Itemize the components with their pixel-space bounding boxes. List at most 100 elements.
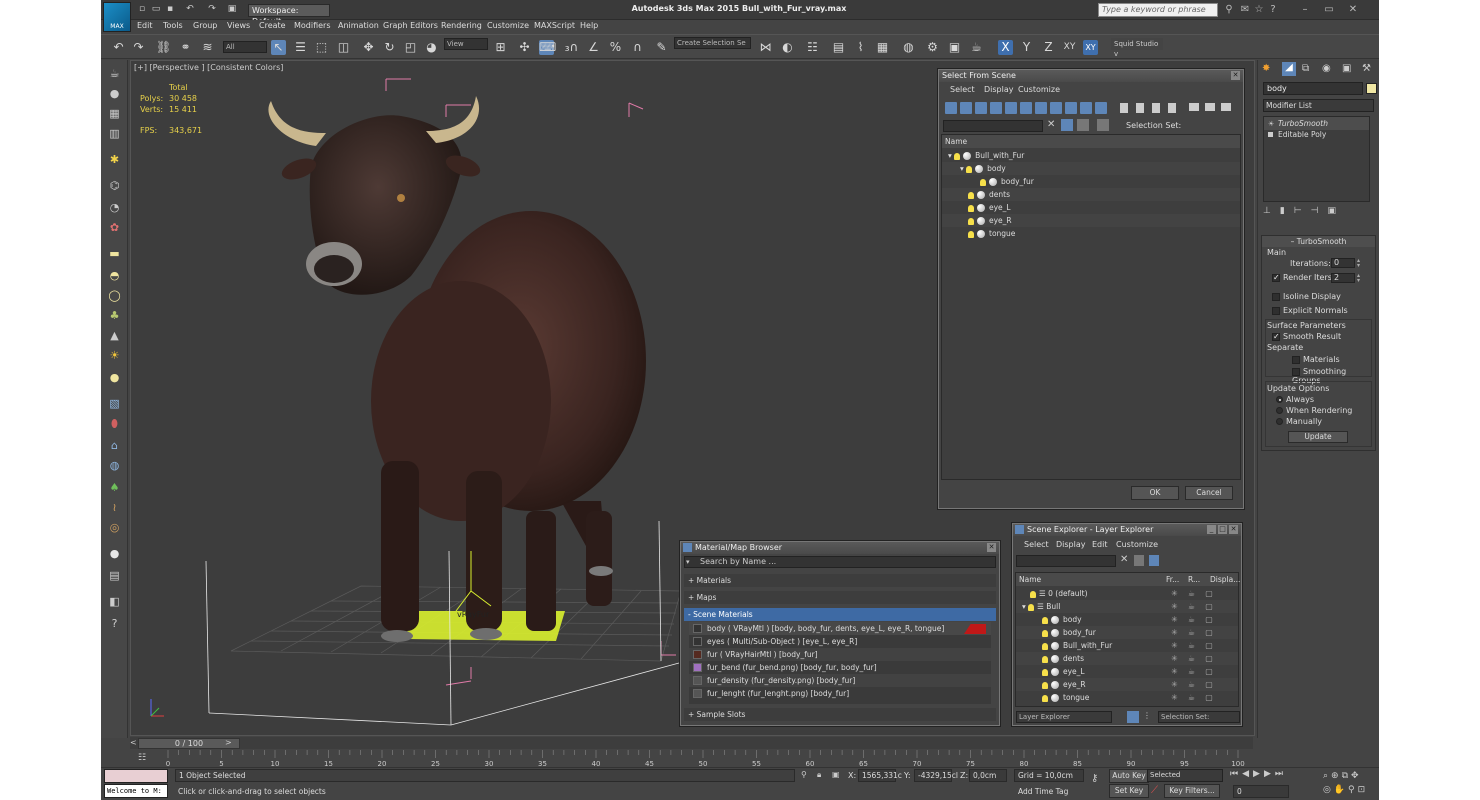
bind-space-warp-icon[interactable]: ≋	[200, 40, 215, 55]
help-circle-icon[interactable]: ?	[107, 616, 122, 631]
panel-icon[interactable]: ◧	[107, 594, 122, 609]
sfs-search-input[interactable]	[943, 120, 1043, 132]
search-input[interactable]: Type a keyword or phrase	[1098, 3, 1218, 17]
menu-animation[interactable]: Animation	[338, 21, 379, 30]
ribbon-icon[interactable]: ▤	[831, 40, 846, 55]
render-icon[interactable]: ☕	[969, 40, 984, 55]
cone-icon[interactable]: ▲	[107, 328, 122, 343]
viewport-navigation-controls[interactable]: ⌕⊕⧉✥ ◎✋⚲⊡	[1323, 769, 1377, 799]
menu-views[interactable]: Views	[227, 21, 250, 30]
menu-graph-editors[interactable]: Graph Editors	[383, 21, 438, 30]
hair-icon[interactable]: ≀	[107, 500, 122, 515]
se-column-render[interactable]: R...	[1188, 573, 1200, 586]
calendar-icon[interactable]: ▤	[107, 568, 122, 583]
sfs-item-eye-r[interactable]: eye_R	[942, 214, 1240, 227]
help-icon[interactable]: ?	[1267, 4, 1279, 16]
create-tab-icon[interactable]: ✸	[1262, 63, 1270, 74]
se-state-icons[interactable]: ✳ ☕ ▢ ✳ ☕ ▢ ✳ ☕ ▢ ✳ ☕ ▢ ✳ ☕ ▢ ✳ ☕ ▢ ✳ ☕ ▢ ✳ ☕ ▢…	[1171, 587, 1231, 705]
teapot-icon[interactable]: ☕	[107, 66, 122, 81]
find-case-icon[interactable]	[1061, 119, 1073, 131]
maximize-icon[interactable]: □	[1218, 525, 1227, 534]
explicit-normals-checkbox[interactable]: Explicit Normals	[1272, 306, 1348, 315]
axis-xy-button[interactable]: XY	[1062, 40, 1077, 55]
se-column-display[interactable]: Displa...	[1210, 573, 1240, 586]
key-mode-icon[interactable]: ⟋	[1151, 785, 1158, 796]
white-sphere-icon[interactable]: ●	[107, 546, 122, 561]
close-icon[interactable]: ✕	[987, 543, 996, 552]
manually-radio[interactable]: Manually	[1276, 417, 1322, 426]
maximize-icon[interactable]: ▭	[1323, 4, 1335, 16]
layer-mode-icon[interactable]	[1127, 711, 1139, 723]
sfs-item-dents[interactable]: dents	[942, 188, 1240, 201]
workspace-dropdown[interactable]: Workspace: Default	[248, 4, 330, 26]
sfs-menu-select[interactable]: Select	[950, 85, 975, 94]
layer-manager-icon[interactable]: ☷	[805, 40, 820, 55]
stack-item-editable-poly[interactable]: Editable Poly	[1264, 128, 1369, 141]
grid-icon[interactable]: ▥	[107, 126, 122, 141]
pattern-icon[interactable]: ▧	[107, 396, 122, 411]
key-filters-button[interactable]: Key Filters...	[1164, 784, 1220, 798]
unlink-icon[interactable]: ⚭	[178, 40, 193, 55]
ok-button[interactable]: OK	[1131, 486, 1179, 500]
rollout-title[interactable]: – TurboSmooth	[1262, 236, 1375, 247]
clear-search-icon[interactable]: ✕	[1120, 554, 1128, 565]
current-frame-field[interactable]: 0	[1233, 785, 1289, 798]
sfs-column-name[interactable]: Name	[942, 135, 1240, 148]
materials-group[interactable]: + Materials	[684, 574, 996, 587]
edit-named-selection-icon[interactable]: ✎	[654, 40, 669, 55]
clear-search-icon[interactable]: ✕	[1047, 119, 1055, 130]
pivot-icon[interactable]: ⊞	[493, 40, 508, 55]
percent-snap-icon[interactable]: %	[608, 40, 623, 55]
shell-icon[interactable]: ◎	[107, 520, 122, 535]
absolute-mode-icon[interactable]: ▣	[832, 770, 840, 779]
motion-tab-icon[interactable]: ◉	[1322, 63, 1331, 74]
utilities-tab-icon[interactable]: ⚒	[1362, 63, 1371, 74]
material-search-input[interactable]: Search by Name ...	[684, 556, 996, 568]
sfs-menu-customize[interactable]: Customize	[1018, 85, 1060, 94]
axis-y-button[interactable]: Y	[1019, 40, 1034, 55]
place-icon[interactable]: ◕	[424, 40, 439, 55]
layer-icon[interactable]	[1149, 555, 1159, 566]
menu-rendering[interactable]: Rendering	[441, 21, 482, 30]
binoculars-icon[interactable]: ⚲	[1223, 4, 1235, 16]
curve-editor-icon[interactable]: ⌇	[853, 40, 868, 55]
display-tab-icon[interactable]: ▣	[1342, 63, 1351, 74]
sfs-item-bull-with-fur[interactable]: ▾ Bull_with_Fur	[942, 149, 1240, 162]
mirror-icon[interactable]: ⋈	[758, 40, 773, 55]
object-name-field[interactable]: body	[1263, 82, 1363, 95]
move-icon[interactable]: ✥	[361, 40, 376, 55]
favorites-icon[interactable]: ☆	[1253, 4, 1265, 16]
add-time-tag[interactable]: Add Time Tag	[1018, 787, 1068, 796]
snap-toggle-icon[interactable]: ₃∩	[564, 40, 579, 55]
material-item-fur-lenght[interactable]: fur_lenght (fur_lenght.png) [body_fur]	[689, 687, 991, 700]
redo-icon[interactable]: ↷	[207, 4, 217, 14]
menu-help[interactable]: Help	[580, 21, 598, 30]
se-search-input[interactable]	[1016, 555, 1116, 567]
axis-z-button[interactable]: Z	[1041, 40, 1056, 55]
minimize-icon[interactable]: _	[1207, 525, 1216, 534]
reference-coordinate-dropdown[interactable]: View	[444, 38, 488, 50]
window-crossing-icon[interactable]: ◫	[336, 40, 351, 55]
isolate-selection-icon[interactable]: ⚲	[801, 770, 807, 779]
keyboard-shortcut-icon[interactable]: ⌨	[539, 40, 556, 55]
x-coordinate-field[interactable]: 1565,331c	[858, 769, 902, 782]
select-manipulate-icon[interactable]: ✣	[517, 40, 532, 55]
selection-set-icon[interactable]	[1097, 119, 1109, 131]
plant-icon[interactable]: ♠	[107, 480, 122, 495]
find-icon[interactable]	[1134, 555, 1144, 566]
redo-icon[interactable]: ↷	[131, 40, 146, 55]
grass-icon[interactable]: ♣	[107, 308, 122, 323]
selection-filter-dropdown[interactable]: All	[223, 41, 267, 53]
rotate-icon[interactable]: ↻	[382, 40, 397, 55]
sfs-item-body-fur[interactable]: body_fur	[942, 175, 1240, 188]
rendered-frame-icon[interactable]: ▣	[947, 40, 962, 55]
save-icon[interactable]: ▪	[165, 4, 175, 14]
se-menu-customize[interactable]: Customize	[1116, 540, 1158, 549]
circle-icon[interactable]: ◯	[107, 288, 122, 303]
shape-icon[interactable]: ◔	[107, 200, 122, 215]
se-menu-display[interactable]: Display	[1056, 540, 1086, 549]
se-menu-select[interactable]: Select	[1024, 540, 1049, 549]
y-coordinate-field[interactable]: -4329,15cl	[914, 769, 958, 782]
box-icon[interactable]: ▦	[107, 106, 122, 121]
named-selection-dropdown[interactable]: Create Selection Se	[674, 37, 751, 49]
